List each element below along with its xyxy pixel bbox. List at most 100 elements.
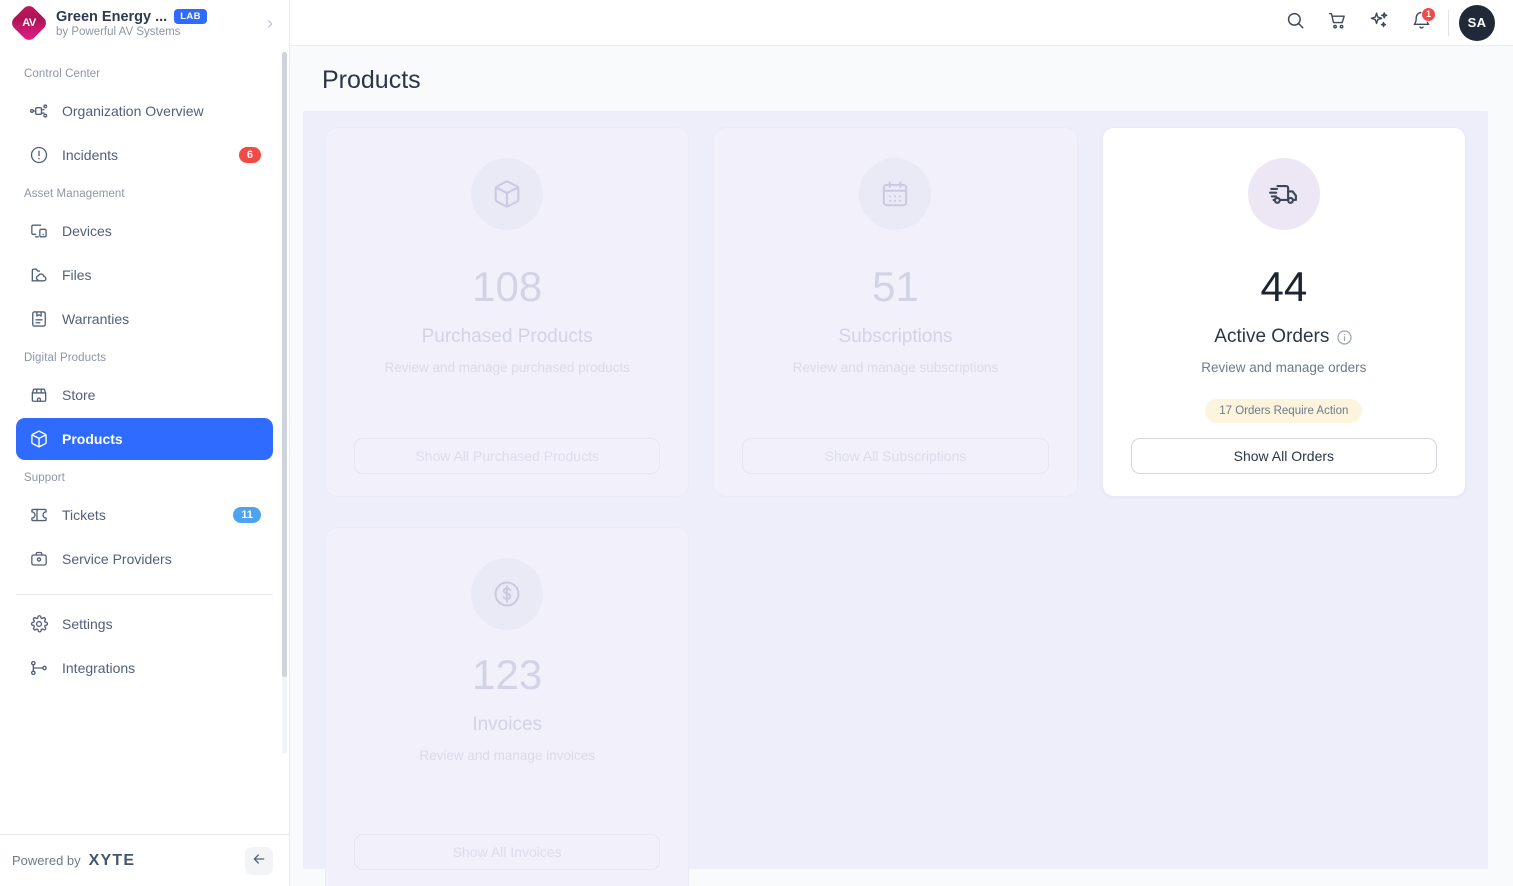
top-bar: 1 SA <box>290 0 1513 46</box>
organization-name: Green Energy ... <box>56 8 168 25</box>
devices-icon <box>28 220 50 242</box>
integrations-icon <box>28 657 50 679</box>
sidebar-item-service-providers[interactable]: Service Providers <box>16 538 273 580</box>
card-value: 123 <box>472 651 543 698</box>
sidebar-divider <box>16 594 273 595</box>
org-chart-icon <box>28 100 50 122</box>
sidebar-item-label: Warranties <box>62 311 130 327</box>
sidebar-item-integrations[interactable]: Integrations <box>16 647 273 689</box>
card-title: Active Orders <box>1214 326 1353 348</box>
xyte-logo: XYTE <box>88 851 136 869</box>
sidebar: AV Green Energy ... LAB by Powerful AV S… <box>0 0 290 886</box>
organization-logo: AV <box>9 3 49 43</box>
powered-by-label: Powered by <box>12 853 81 868</box>
search-icon <box>1285 10 1306 36</box>
incidents-count-badge: 6 <box>238 147 261 163</box>
sidebar-item-devices[interactable]: Devices <box>16 210 273 252</box>
nav-section-control-center: Control Center <box>24 68 101 80</box>
nav-section-digital-products: Digital Products <box>24 352 107 364</box>
products-card-grid: 108 Purchased Products Review and manage… <box>303 111 1488 886</box>
powered-by: Powered by XYTE <box>12 852 135 870</box>
card-invoices[interactable]: 123 Invoices Review and manage invoices … <box>325 527 690 886</box>
sidebar-item-store[interactable]: Store <box>16 374 273 416</box>
card-title-text: Purchased Products <box>421 326 593 347</box>
topbar-divider <box>1448 9 1449 36</box>
card-title: Purchased Products <box>422 326 593 348</box>
calendar-icon <box>859 158 932 230</box>
sidebar-scrollbar-thumb[interactable] <box>282 52 287 677</box>
notification-count-badge: 1 <box>1421 6 1436 22</box>
arrow-left-icon <box>251 851 267 870</box>
sidebar-item-label: Devices <box>62 223 112 239</box>
avatar[interactable]: SA <box>1459 4 1495 41</box>
card-title: Invoices <box>472 714 542 736</box>
info-circle-icon[interactable] <box>1336 329 1353 346</box>
delivery-truck-icon <box>1247 158 1320 230</box>
sidebar-footer: Powered by XYTE <box>0 834 289 886</box>
show-all-subscriptions-button[interactable]: Show All Subscriptions <box>742 438 1049 474</box>
card-title-text: Invoices <box>472 714 543 735</box>
organization-subtitle: by Powerful AV Systems <box>56 25 181 38</box>
sidebar-item-incidents[interactable]: Incidents 6 <box>16 134 273 176</box>
search-button[interactable] <box>1274 0 1316 46</box>
cart-button[interactable] <box>1316 0 1358 46</box>
sidebar-item-products[interactable]: Products <box>16 418 273 460</box>
sidebar-item-label: Files <box>62 267 92 283</box>
sidebar-item-label: Incidents <box>62 147 119 163</box>
page-title: Products <box>322 66 421 94</box>
sidebar-item-organization-overview[interactable]: Organization Overview <box>16 90 273 132</box>
store-icon <box>28 384 50 406</box>
sidebar-item-label: Products <box>62 431 123 447</box>
ai-assistant-button[interactable] <box>1358 0 1400 46</box>
gear-icon <box>28 613 50 635</box>
card-title-text: Subscriptions <box>838 326 953 347</box>
sidebar-nav: Control Center Organization Overview Inc… <box>0 46 289 834</box>
ticket-icon <box>28 504 50 526</box>
card-active-orders[interactable]: 44 Active Orders Review and manage order… <box>1101 127 1466 497</box>
logo-text: AV <box>22 17 36 29</box>
lab-badge: LAB <box>174 9 207 24</box>
show-all-orders-button[interactable]: Show All Orders <box>1130 438 1437 474</box>
folder-cloud-icon <box>28 264 50 286</box>
app-root: AV Green Energy ... LAB by Powerful AV S… <box>0 0 1513 886</box>
sidebar-item-tickets[interactable]: Tickets 11 <box>16 494 273 536</box>
card-value: 108 <box>472 263 543 310</box>
box-icon <box>28 428 50 450</box>
sidebar-item-settings[interactable]: Settings <box>16 603 273 645</box>
main-area: 1 SA Products 108 Purchased Products Rev… <box>290 0 1513 886</box>
card-description: Review and manage orders <box>1201 360 1367 375</box>
tickets-count-badge: 11 <box>233 507 261 523</box>
sidebar-item-label: Store <box>62 387 96 403</box>
show-all-purchased-products-button[interactable]: Show All Purchased Products <box>354 438 661 474</box>
briefcase-icon <box>28 548 50 570</box>
sidebar-item-label: Settings <box>62 616 113 632</box>
warranty-document-icon <box>28 308 50 330</box>
organization-switcher[interactable]: AV Green Energy ... LAB by Powerful AV S… <box>0 0 289 46</box>
content-area: 108 Purchased Products Review and manage… <box>290 111 1513 886</box>
show-all-invoices-button[interactable]: Show All Invoices <box>354 834 661 870</box>
sidebar-item-label: Tickets <box>62 507 106 523</box>
orders-require-action-badge: 17 Orders Require Action <box>1205 399 1363 423</box>
card-description: Review and manage invoices <box>419 748 595 763</box>
card-value: 44 <box>1260 263 1308 310</box>
dollar-circle-icon <box>471 558 544 630</box>
box-icon <box>471 158 544 230</box>
card-subscriptions[interactable]: 51 Subscriptions Review and manage subsc… <box>713 127 1078 497</box>
notifications-button[interactable]: 1 <box>1400 0 1442 46</box>
sidebar-item-label: Service Providers <box>62 551 172 567</box>
card-description: Review and manage subscriptions <box>792 360 999 375</box>
alert-circle-icon <box>28 144 50 166</box>
collapse-sidebar-button[interactable] <box>245 846 273 875</box>
card-title-text: Active Orders <box>1214 326 1330 347</box>
card-purchased-products[interactable]: 108 Purchased Products Review and manage… <box>325 127 690 497</box>
nav-section-support: Support <box>24 472 65 484</box>
card-description: Review and manage purchased products <box>384 360 630 375</box>
chevron-right-icon[interactable]: › <box>265 14 275 32</box>
sidebar-item-files[interactable]: Files <box>16 254 273 296</box>
card-value: 51 <box>872 263 919 310</box>
sparkles-ai-icon <box>1369 10 1390 36</box>
sidebar-item-label: Integrations <box>62 660 136 676</box>
sidebar-item-label: Organization Overview <box>62 103 204 119</box>
nav-section-asset-management: Asset Management <box>24 188 125 200</box>
sidebar-item-warranties[interactable]: Warranties <box>16 298 273 340</box>
